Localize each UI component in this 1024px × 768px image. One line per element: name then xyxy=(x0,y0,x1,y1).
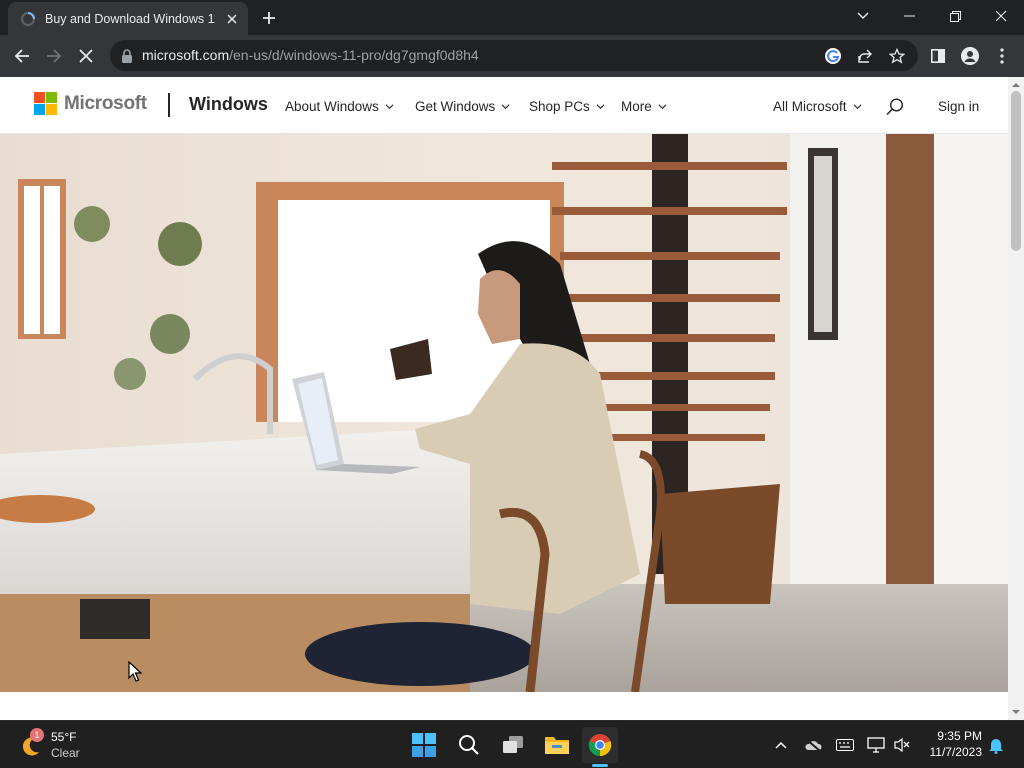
nav-about-windows[interactable]: About Windows xyxy=(285,99,394,114)
nav-label: All Microsoft xyxy=(773,99,847,114)
tab-title: Buy and Download Windows 11 xyxy=(45,11,215,26)
google-lens-icon[interactable] xyxy=(823,46,843,66)
volume-muted-icon[interactable] xyxy=(893,736,911,754)
close-window-button[interactable] xyxy=(978,0,1024,32)
minimize-button[interactable] xyxy=(886,0,932,32)
weather-badge: 1 xyxy=(30,728,44,742)
search-icon xyxy=(459,735,479,755)
task-view-icon xyxy=(503,736,523,753)
system-clock[interactable]: 9:35 PM 11/7/2023 xyxy=(918,729,983,759)
new-tab-button[interactable] xyxy=(258,7,280,29)
show-hidden-icons-button[interactable] xyxy=(772,736,790,754)
display-icon[interactable] xyxy=(867,736,885,754)
windows-icon xyxy=(412,733,436,757)
weather-condition: Clear xyxy=(51,746,80,760)
side-panel-button[interactable] xyxy=(925,43,951,69)
stop-loading-button[interactable] xyxy=(73,43,99,69)
url-host: microsoft.com xyxy=(142,47,230,63)
site-header: Microsoft Windows About Windows Get Wind… xyxy=(0,77,1008,134)
chevron-down-icon xyxy=(501,104,510,110)
clock-date: 11/7/2023 xyxy=(929,745,983,759)
header-divider xyxy=(168,93,170,117)
start-button[interactable] xyxy=(406,727,442,763)
close-tab-icon[interactable] xyxy=(224,11,240,27)
clock-time: 9:35 PM xyxy=(937,729,982,743)
taskbar: 1 55°F Clear 9:35 PM 11/7/2023 xyxy=(0,720,1024,768)
nav-more[interactable]: More xyxy=(621,99,667,114)
bookmark-star-icon[interactable] xyxy=(887,46,907,66)
lock-icon[interactable] xyxy=(120,48,134,64)
share-icon[interactable] xyxy=(855,46,875,66)
tab-search-button[interactable] xyxy=(840,0,886,32)
address-bar[interactable]: microsoft.com/en-us/d/windows-11-pro/dg7… xyxy=(110,40,918,71)
product-title[interactable]: Windows xyxy=(189,94,268,115)
nav-label: Shop PCs xyxy=(529,99,590,114)
search-icon[interactable] xyxy=(885,97,905,117)
chrome-icon xyxy=(588,734,612,757)
nav-all-microsoft[interactable]: All Microsoft xyxy=(773,99,862,114)
task-view-button[interactable] xyxy=(495,727,531,763)
notification-bell-icon[interactable] xyxy=(987,736,1005,754)
chevron-down-icon xyxy=(596,104,605,110)
folder-icon xyxy=(545,737,569,754)
mouse-cursor-icon xyxy=(128,661,142,682)
chrome-menu-icon[interactable] xyxy=(989,43,1015,69)
file-explorer-button[interactable] xyxy=(539,727,575,763)
scroll-down-arrow-icon[interactable] xyxy=(1012,708,1020,716)
nav-get-windows[interactable]: Get Windows xyxy=(415,99,510,114)
nav-label: More xyxy=(621,99,652,114)
onedrive-icon[interactable] xyxy=(804,736,822,754)
sign-in-link[interactable]: Sign in xyxy=(938,99,979,114)
taskbar-search-button[interactable] xyxy=(451,727,487,763)
active-app-indicator xyxy=(592,764,608,767)
url-path: /en-us/d/windows-11-pro/dg7gmgf0d8h4 xyxy=(229,47,479,63)
chrome-taskbar-button[interactable] xyxy=(582,727,618,763)
page-scrollbar[interactable] xyxy=(1008,77,1024,720)
browser-tabstrip: Buy and Download Windows 11 xyxy=(0,0,1024,35)
chevron-down-icon xyxy=(853,104,861,110)
profile-icon[interactable] xyxy=(957,43,983,69)
scroll-thumb[interactable] xyxy=(1011,91,1021,251)
screen: Buy and Download Windows 11 microsoft.co… xyxy=(0,0,1024,768)
browser-tab[interactable]: Buy and Download Windows 11 xyxy=(8,2,248,35)
logo-text: Microsoft xyxy=(64,92,147,114)
hero-image xyxy=(0,134,1008,692)
chevron-down-icon xyxy=(385,104,394,110)
nav-label: About Windows xyxy=(285,99,379,114)
nav-shop-pcs[interactable]: Shop PCs xyxy=(529,99,605,114)
restore-button[interactable] xyxy=(932,0,978,32)
loading-icon xyxy=(21,11,35,26)
page-viewport: Microsoft Windows About Windows Get Wind… xyxy=(0,77,1008,720)
keyboard-icon[interactable] xyxy=(836,736,854,754)
page-content-below-hero xyxy=(0,692,1008,720)
forward-button[interactable] xyxy=(41,43,67,69)
url-text[interactable]: microsoft.com/en-us/d/windows-11-pro/dg7… xyxy=(142,47,479,63)
weather-widget[interactable]: 1 55°F Clear xyxy=(16,727,106,763)
scroll-up-arrow-icon[interactable] xyxy=(1012,81,1020,89)
nav-label: Get Windows xyxy=(415,99,496,114)
browser-toolbar: microsoft.com/en-us/d/windows-11-pro/dg7… xyxy=(0,35,1024,77)
microsoft-logo[interactable]: Microsoft xyxy=(34,92,147,115)
microsoft-logo-icon xyxy=(34,92,57,115)
weather-temp: 55°F xyxy=(51,730,77,744)
hero-photo xyxy=(0,134,1008,692)
back-button[interactable] xyxy=(9,43,35,69)
chevron-down-icon xyxy=(658,104,667,110)
